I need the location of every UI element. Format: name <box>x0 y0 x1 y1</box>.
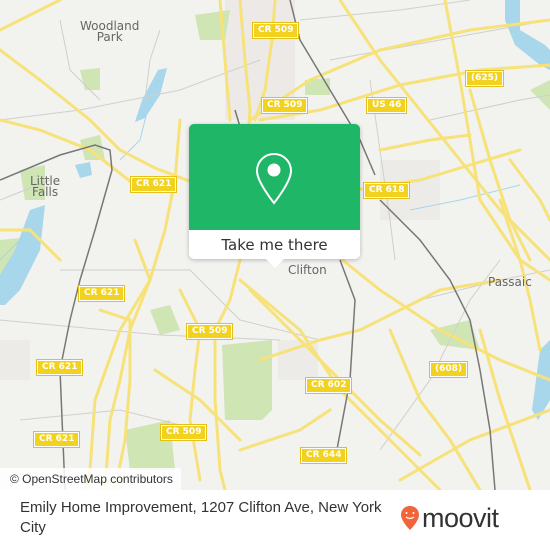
take-me-there-label: Take me there <box>221 235 328 254</box>
route-shield: CR 621 <box>129 176 178 193</box>
urban-area <box>0 340 30 380</box>
take-me-there-button[interactable]: Take me there <box>189 230 360 259</box>
moovit-wordmark: moovit <box>422 503 499 533</box>
route-shield: CR 621 <box>77 285 126 302</box>
route-shield: (625) <box>464 70 505 87</box>
passaic-river <box>505 0 550 70</box>
location-popup: Take me there <box>189 124 360 268</box>
popup-tail <box>265 258 285 268</box>
pond <box>75 162 92 178</box>
moovit-pin-icon <box>401 506 419 530</box>
route-shield: (608) <box>428 361 469 378</box>
route-shield: CR 509 <box>185 323 234 340</box>
place-little-falls: Little Falls <box>30 174 61 199</box>
place-clifton: Clifton <box>288 263 327 277</box>
place-passaic: Passaic <box>488 275 532 289</box>
park <box>150 305 180 335</box>
lake <box>135 68 167 122</box>
route-shield: CR 618 <box>362 182 411 199</box>
route-shield: CR 509 <box>251 22 300 39</box>
map-attribution[interactable]: © OpenStreetMap contributors <box>0 468 181 490</box>
moovit-logo[interactable]: moovit <box>400 503 499 533</box>
footer: Emily Home Improvement, 1207 Clifton Ave… <box>0 490 550 550</box>
route-shield: CR 621 <box>32 431 81 448</box>
park <box>195 10 230 40</box>
route-shield: CR 644 <box>299 447 348 464</box>
route-shield: US 46 <box>365 97 408 114</box>
popup-header <box>189 124 360 230</box>
route-shield: CR 509 <box>159 424 208 441</box>
route-shield: CR 509 <box>260 97 309 114</box>
map-pin-icon <box>255 152 293 205</box>
map-view[interactable]: Woodland Park Little Falls Clifton Passa… <box>0 0 550 490</box>
route-shield: CR 602 <box>304 377 353 394</box>
place-woodland-park: Woodland Park <box>80 19 140 44</box>
park <box>222 340 272 420</box>
park <box>80 68 100 90</box>
route-shield: CR 621 <box>35 359 84 376</box>
location-title: Emily Home Improvement, 1207 Clifton Ave… <box>20 499 382 536</box>
map-card: Woodland Park Little Falls Clifton Passa… <box>0 0 550 550</box>
